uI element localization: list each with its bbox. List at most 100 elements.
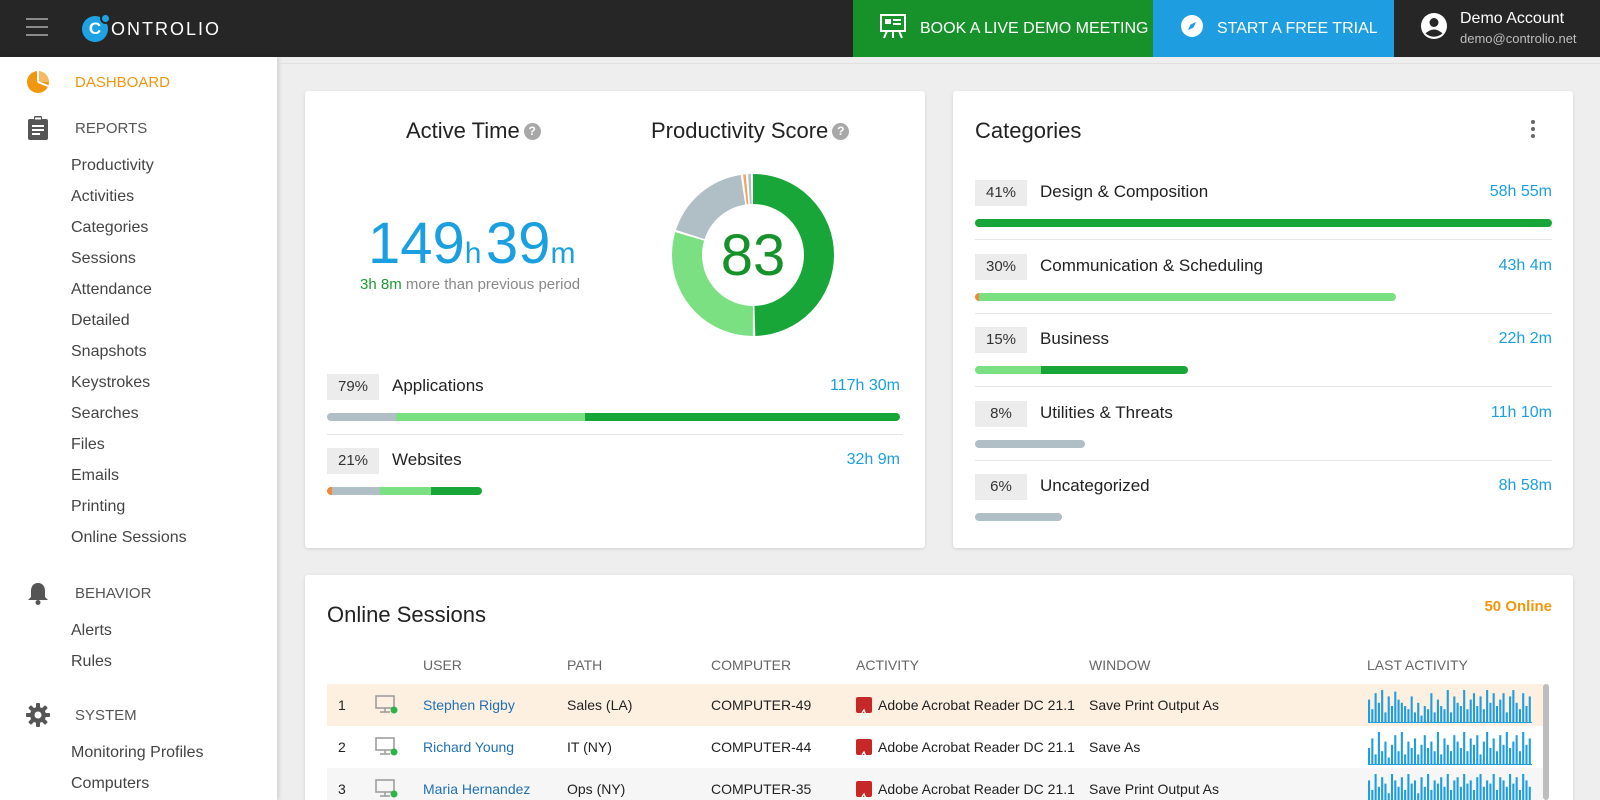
content-divider — [277, 63, 1600, 64]
help-icon[interactable]: ? — [832, 122, 850, 140]
progress-bar — [975, 366, 1189, 374]
row-label[interactable]: Websites — [392, 450, 462, 470]
column-header-window[interactable]: WINDOW — [1089, 657, 1150, 673]
free-trial-button[interactable]: START A FREE TRIAL — [1153, 0, 1394, 57]
presentation-icon — [879, 13, 907, 44]
sidebar-item-activities[interactable]: Activities — [71, 188, 134, 206]
sparkline-bar — [1492, 693, 1495, 722]
menu-icon[interactable] — [26, 18, 50, 38]
sidebar-dashboard[interactable]: DASHBOARD — [0, 69, 277, 95]
logo[interactable]: C ONTROLIO — [82, 13, 221, 44]
table-row[interactable]: 1 Stephen Rigby Sales (LA) COMPUTER-49 Save … — [327, 684, 1543, 726]
dashboard-label: DASHBOARD — [75, 73, 171, 91]
sparkline-bar — [1479, 696, 1482, 722]
account-name: Demo Account — [1460, 10, 1565, 27]
productivity-donut: 83 — [672, 174, 834, 336]
clipboard-icon — [25, 115, 51, 141]
productivity-score-title: Productivity Score ? — [651, 118, 850, 144]
active-hours: 149 — [368, 211, 465, 276]
online-count-badge: 50 Online — [1484, 598, 1552, 615]
row-label[interactable]: Design & Composition — [1040, 182, 1208, 202]
book-demo-button[interactable]: BOOK A LIVE DEMO MEETING — [853, 0, 1153, 57]
sparkline-bar — [1489, 748, 1492, 764]
progress-bar — [975, 439, 1085, 448]
sidebar-system[interactable]: SYSTEM — [0, 702, 277, 728]
path-cell: Sales (LA) — [567, 697, 633, 713]
sparkline-bar — [1463, 690, 1466, 722]
sidebar-item-detailed[interactable]: Detailed — [71, 312, 130, 330]
hours-unit: h — [464, 237, 482, 270]
sparkline-bar — [1482, 709, 1485, 722]
sparkline-bar — [1384, 712, 1387, 722]
sidebar-item-attendance[interactable]: Attendance — [71, 281, 152, 299]
row-label[interactable]: Business — [1040, 329, 1109, 349]
sparkline-bar — [1456, 741, 1459, 764]
column-header-path[interactable]: PATH — [567, 657, 602, 673]
activity-cell: Adobe Acrobat Reader DC 21.1 — [856, 726, 1075, 768]
row-label[interactable]: Communication & Scheduling — [1040, 256, 1263, 276]
sparkline-bar — [1459, 786, 1462, 800]
table-scrollbar[interactable] — [1543, 684, 1549, 800]
sparkline-bar — [1404, 790, 1407, 800]
row-label[interactable]: Applications — [392, 376, 484, 396]
sidebar-item-monitoring-profiles[interactable]: Monitoring Profiles — [71, 744, 204, 762]
sidebar-item-rules[interactable]: Rules — [71, 653, 112, 671]
more-vert-icon[interactable] — [1530, 120, 1536, 142]
sparkline-bar — [1528, 786, 1531, 800]
user-link[interactable]: Maria Hernandez — [423, 768, 530, 800]
column-header-last-activity[interactable]: LAST ACTIVITY — [1367, 657, 1468, 673]
sidebar-reports[interactable]: REPORTS — [0, 115, 277, 141]
sparkline-bar — [1417, 702, 1420, 722]
percent-badge: 6% — [975, 474, 1027, 500]
sparkline-bar — [1404, 706, 1407, 722]
sidebar-item-printing[interactable]: Printing — [71, 498, 125, 516]
column-header-activity[interactable]: ACTIVITY — [856, 657, 919, 673]
account-email: demo@controlio.net — [1460, 31, 1577, 46]
sidebar-item-searches[interactable]: Searches — [71, 405, 139, 423]
sidebar-item-computers[interactable]: Computers — [71, 775, 149, 793]
sparkline-bar — [1509, 774, 1512, 800]
sparkline-bar — [1381, 751, 1384, 764]
sparkline-bar — [1453, 780, 1456, 800]
sparkline-bar — [1397, 751, 1400, 764]
productivity-score-value: 83 — [721, 223, 786, 288]
sidebar-item-keystrokes[interactable]: Keystrokes — [71, 374, 150, 392]
table-row[interactable]: 2 Richard Young IT (NY) COMPUTER-44 Save As A… — [327, 726, 1543, 768]
sparkline-bar — [1446, 774, 1449, 800]
free-trial-label: START A FREE TRIAL — [1217, 19, 1378, 37]
user-link[interactable]: Stephen Rigby — [423, 684, 515, 726]
sidebar-item-categories[interactable]: Categories — [71, 219, 148, 237]
sidebar-item-emails[interactable]: Emails — [71, 467, 119, 485]
sparkline-bar — [1420, 777, 1423, 800]
bar-segment — [975, 219, 1552, 227]
sparkline-bar — [1440, 706, 1443, 722]
user-link[interactable]: Richard Young — [423, 726, 514, 768]
table-row[interactable]: 3 Maria Hernandez Ops (NY) COMPUTER-35 Save … — [327, 768, 1543, 800]
sparkline-bar — [1463, 732, 1466, 764]
sidebar-behavior[interactable]: BEHAVIOR — [0, 580, 277, 606]
sparkline-bar — [1394, 735, 1397, 764]
sparkline-bar — [1397, 786, 1400, 800]
sidebar-item-snapshots[interactable]: Snapshots — [71, 343, 147, 361]
sidebar-item-online-sessions[interactable]: Online Sessions — [71, 529, 187, 547]
sidebar-item-productivity[interactable]: Productivity — [71, 157, 154, 175]
sparkline-bar — [1410, 696, 1413, 722]
column-header-user[interactable]: USER — [423, 657, 462, 673]
column-header-computer[interactable]: COMPUTER — [711, 657, 791, 673]
row-label[interactable]: Utilities & Threats — [1040, 403, 1173, 423]
computer-cell: COMPUTER-35 — [711, 781, 812, 797]
help-icon[interactable]: ? — [523, 122, 541, 140]
sparkline-bar — [1423, 706, 1426, 722]
sidebar-item-sessions[interactable]: Sessions — [71, 250, 136, 268]
last-activity-sparkline — [1368, 774, 1531, 800]
sidebar-item-files[interactable]: Files — [71, 436, 105, 454]
row-label[interactable]: Uncategorized — [1040, 476, 1150, 496]
account-menu[interactable]: Demo Account demo@controlio.net — [1420, 10, 1577, 46]
sparkline-bar — [1407, 774, 1410, 800]
active-minutes: 39 — [485, 211, 551, 276]
computer-cell: COMPUTER-49 — [711, 697, 812, 713]
sidebar-item-alerts[interactable]: Alerts — [71, 622, 112, 640]
sparkline-bar — [1463, 774, 1466, 800]
sparkline-bar — [1374, 774, 1377, 800]
sparkline-bar — [1436, 783, 1439, 800]
